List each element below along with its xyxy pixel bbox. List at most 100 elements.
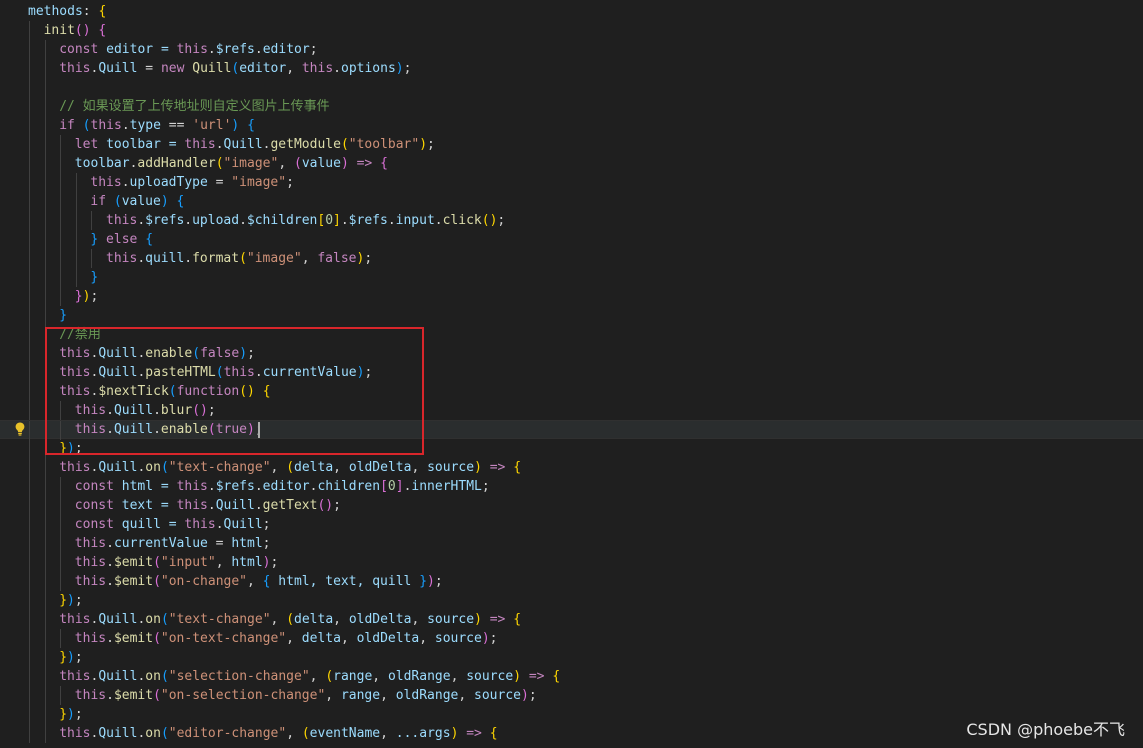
code-line[interactable]: const editor = this.$refs.editor; bbox=[0, 40, 1143, 59]
code-token: source bbox=[466, 669, 514, 684]
code-token: const bbox=[74, 498, 114, 513]
code-line[interactable]: } else { bbox=[0, 230, 1143, 249]
code-line[interactable]: const quill = this.Quill; bbox=[0, 515, 1143, 534]
indent-guide bbox=[29, 629, 30, 648]
code-line[interactable] bbox=[0, 78, 1143, 97]
code-token: () bbox=[317, 498, 334, 513]
code-token: ) bbox=[419, 137, 428, 152]
code-token: $refs bbox=[348, 213, 388, 228]
code-line[interactable]: const html = this.$refs.editor.children[… bbox=[0, 477, 1143, 496]
code-token: const bbox=[74, 479, 114, 494]
code-line[interactable]: if (value) { bbox=[0, 192, 1143, 211]
code-line[interactable]: methods: { bbox=[0, 2, 1143, 21]
code-line[interactable]: this.Quill.on("text-change", (delta, old… bbox=[0, 610, 1143, 629]
indent-guide bbox=[60, 629, 62, 648]
code-line[interactable]: this.$emit("on-change", { html, text, qu… bbox=[0, 572, 1143, 591]
code-line[interactable]: let toolbar = this.Quill.getModule("tool… bbox=[0, 135, 1143, 154]
lightbulb-icon[interactable] bbox=[15, 422, 25, 436]
code-token: "on-change" bbox=[160, 574, 247, 589]
code-line[interactable]: toolbar.addHandler("image", (value) => { bbox=[0, 154, 1143, 173]
code-text: const editor = this.$refs.editor; bbox=[59, 40, 317, 59]
indent-guide bbox=[91, 249, 93, 268]
code-token: , bbox=[286, 631, 302, 646]
code-token: { bbox=[380, 156, 388, 171]
code-line[interactable]: this.Quill = new Quill(editor, this.opti… bbox=[0, 59, 1143, 78]
indent-guide bbox=[29, 173, 30, 192]
indent-guide bbox=[44, 154, 46, 173]
code-token: , bbox=[270, 612, 287, 627]
code-token: eventName bbox=[309, 726, 381, 741]
code-line[interactable]: this.$emit("on-text-change", delta, oldD… bbox=[0, 629, 1143, 648]
code-token: } bbox=[90, 270, 99, 285]
indent-guide bbox=[29, 40, 30, 59]
code-line[interactable]: }); bbox=[0, 591, 1143, 610]
code-token: . bbox=[106, 574, 114, 589]
code-token: $refs bbox=[215, 42, 255, 57]
code-token: this bbox=[74, 555, 107, 570]
code-line[interactable]: } bbox=[0, 306, 1143, 325]
indent-guide bbox=[44, 705, 46, 724]
code-line[interactable]: this.uploadType = "image"; bbox=[0, 173, 1143, 192]
code-line[interactable]: this.$emit("input", html); bbox=[0, 553, 1143, 572]
code-token: Quill bbox=[223, 517, 263, 532]
indent-guide bbox=[29, 496, 30, 515]
code-token: , bbox=[380, 688, 396, 703]
indent-guide bbox=[44, 591, 46, 610]
code-line[interactable]: // 如果设置了上传地址则自定义图片上传事件 bbox=[0, 97, 1143, 116]
code-line[interactable]: if (this.type == 'url') { bbox=[0, 116, 1143, 135]
code-line[interactable]: this.$emit("on-selection-change", range,… bbox=[0, 686, 1143, 705]
code-token: { bbox=[98, 23, 107, 38]
code-token: currentValue bbox=[113, 536, 208, 551]
code-editor[interactable]: methods: {init() {const editor = this.$r… bbox=[0, 0, 1143, 748]
code-line[interactable]: const text = this.Quill.getText(); bbox=[0, 496, 1143, 515]
code-token: Quill bbox=[98, 669, 138, 684]
code-line[interactable]: this.quill.format("image", false); bbox=[0, 249, 1143, 268]
code-token: ; bbox=[262, 536, 271, 551]
code-token: == bbox=[160, 118, 193, 133]
code-token: on bbox=[145, 612, 161, 627]
code-line[interactable]: }); bbox=[0, 287, 1143, 306]
code-line[interactable]: this.Quill.on("text-change", (delta, old… bbox=[0, 458, 1143, 477]
code-text: this.Quill.on("text-change", (delta, old… bbox=[59, 610, 521, 629]
code-token: ( bbox=[153, 631, 161, 646]
code-token: this bbox=[90, 175, 122, 190]
code-token: ) bbox=[262, 555, 271, 570]
indent-guide bbox=[29, 78, 30, 97]
code-line[interactable]: this.currentValue = html; bbox=[0, 534, 1143, 553]
code-token: . bbox=[340, 213, 349, 228]
indent-guide bbox=[29, 363, 30, 382]
code-token: new bbox=[160, 61, 185, 76]
code-token: ; bbox=[286, 175, 294, 190]
code-token: ( bbox=[239, 251, 247, 266]
indent-guide bbox=[44, 116, 46, 135]
code-token: delta bbox=[301, 631, 341, 646]
code-line[interactable]: } bbox=[0, 268, 1143, 287]
code-token: , bbox=[333, 460, 349, 475]
indent-guide bbox=[60, 154, 62, 173]
code-line[interactable]: }); bbox=[0, 648, 1143, 667]
code-token: ) bbox=[427, 574, 435, 589]
code-line[interactable]: this.Quill.on("selection-change", (range… bbox=[0, 667, 1143, 686]
code-token: ; bbox=[497, 213, 506, 228]
indent-guide bbox=[29, 97, 30, 116]
code-line[interactable]: this.$refs.upload.$children[0].$refs.inp… bbox=[0, 211, 1143, 230]
indent-guide bbox=[29, 534, 30, 553]
code-token: } bbox=[419, 574, 428, 589]
code-token: this bbox=[106, 251, 138, 266]
indent-guide bbox=[44, 458, 46, 477]
code-token: ) bbox=[474, 460, 482, 475]
code-token: const bbox=[74, 517, 114, 532]
code-token: . bbox=[184, 251, 193, 266]
code-token: ) bbox=[67, 707, 75, 722]
text-cursor bbox=[258, 422, 260, 438]
indent-guide bbox=[29, 382, 30, 401]
code-token: ( bbox=[325, 669, 334, 684]
code-token: , bbox=[411, 460, 428, 475]
code-text: if (this.type == 'url') { bbox=[59, 116, 255, 135]
code-token: quill = bbox=[113, 517, 185, 532]
code-text: methods: { bbox=[28, 2, 106, 21]
code-line[interactable]: init() { bbox=[0, 21, 1143, 40]
code-token: ) bbox=[474, 612, 482, 627]
code-token: ; bbox=[74, 650, 83, 665]
